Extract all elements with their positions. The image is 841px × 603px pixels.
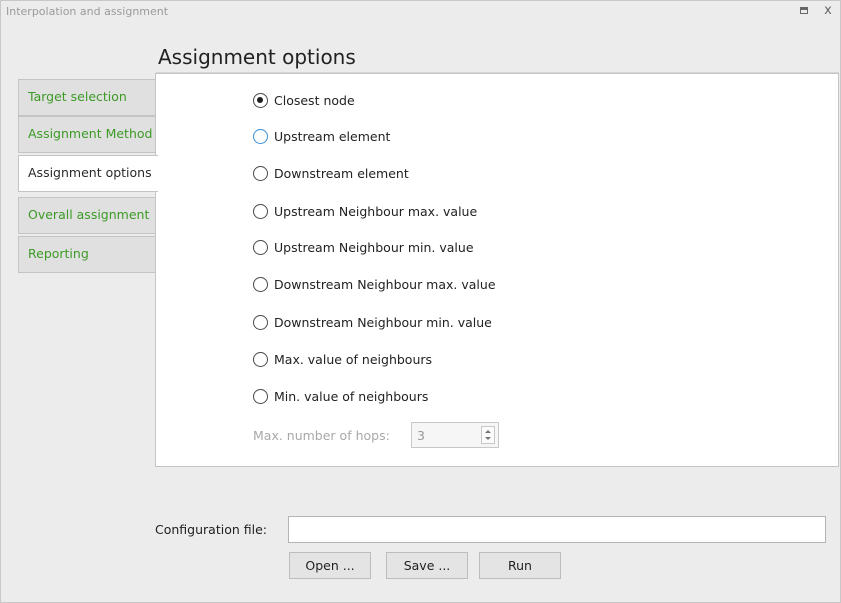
radio-label: Downstream Neighbour max. value — [274, 276, 496, 292]
tab-label: Assignment Method — [28, 126, 153, 141]
radio-button[interactable] — [253, 92, 268, 108]
radio-selected-dot — [257, 96, 263, 103]
section-title: Assignment options — [158, 45, 356, 69]
radio-button[interactable] — [253, 388, 268, 404]
config-file-label: Configuration file: — [155, 522, 267, 537]
radio-closest-node[interactable]: Closest node — [253, 91, 355, 109]
radio-button[interactable] — [253, 276, 268, 292]
run-button[interactable]: Run — [479, 552, 561, 579]
max-hops-label: Max. number of hops: — [253, 428, 390, 443]
tab-label: Reporting — [28, 246, 89, 261]
interpolation-window: Interpolation and assignment x Assignmen… — [0, 0, 841, 603]
tab-label: Assignment options — [28, 165, 152, 180]
radio-label: Downstream element — [274, 165, 409, 181]
tab-assignment-options[interactable]: Assignment options — [18, 155, 158, 192]
tab-target-selection[interactable]: Target selection — [18, 79, 156, 116]
radio-downstream-neighbour-max[interactable]: Downstream Neighbour max. value — [253, 275, 496, 293]
tab-label: Overall assignment — [28, 207, 150, 222]
radio-label: Upstream element — [274, 128, 391, 144]
title-bar: Interpolation and assignment x — [1, 1, 840, 23]
max-hops-stepper[interactable]: 3 — [411, 422, 499, 448]
radio-label: Upstream Neighbour min. value — [274, 239, 474, 255]
config-file-input[interactable] — [288, 516, 826, 543]
radio-upstream-neighbour-min[interactable]: Upstream Neighbour min. value — [253, 238, 474, 256]
tab-label: Target selection — [28, 89, 127, 104]
radio-downstream-neighbour-min[interactable]: Downstream Neighbour min. value — [253, 313, 492, 331]
max-hops-value: 3 — [417, 428, 425, 443]
radio-button[interactable] — [253, 203, 268, 219]
maximize-icon[interactable] — [800, 7, 808, 14]
radio-upstream-element[interactable]: Upstream element — [253, 127, 390, 145]
radio-button[interactable] — [253, 165, 268, 181]
radio-button[interactable] — [253, 351, 268, 367]
radio-downstream-element[interactable]: Downstream element — [253, 164, 409, 182]
tab-assignment-method[interactable]: Assignment Method — [18, 116, 156, 153]
radio-upstream-neighbour-max[interactable]: Upstream Neighbour max. value — [253, 202, 477, 220]
radio-min-value-of-neighbours[interactable]: Min. value of neighbours — [253, 387, 428, 405]
tab-reporting[interactable]: Reporting — [18, 236, 156, 273]
spin-buttons[interactable] — [481, 426, 495, 444]
spin-up-icon[interactable] — [485, 430, 491, 433]
open-button[interactable]: Open ... — [289, 552, 371, 579]
close-icon[interactable]: x — [821, 3, 835, 19]
window-title: Interpolation and assignment — [6, 5, 169, 18]
save-button[interactable]: Save ... — [386, 552, 468, 579]
radio-button[interactable] — [253, 239, 268, 255]
radio-button[interactable] — [253, 128, 268, 144]
tab-overall-assignment[interactable]: Overall assignment — [18, 197, 156, 234]
radio-label: Max. value of neighbours — [274, 351, 433, 367]
radio-max-value-of-neighbours[interactable]: Max. value of neighbours — [253, 350, 432, 368]
radio-button[interactable] — [253, 314, 268, 330]
radio-label: Downstream Neighbour min. value — [274, 314, 492, 330]
radio-label: Min. value of neighbours — [274, 388, 429, 404]
spin-down-icon[interactable] — [485, 437, 491, 440]
radio-label: Closest node — [274, 92, 355, 108]
radio-label: Upstream Neighbour max. value — [274, 203, 478, 219]
